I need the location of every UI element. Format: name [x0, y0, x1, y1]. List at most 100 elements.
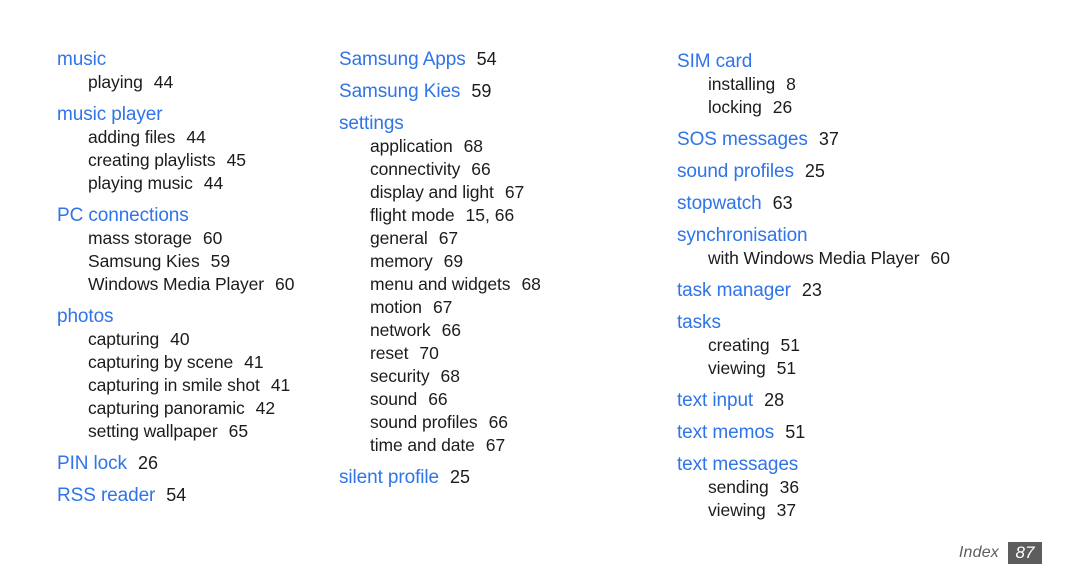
index-subentry-page-ref: 51 [776, 358, 797, 378]
index-heading-silent-profile[interactable]: silent profile 25 [339, 466, 665, 489]
index-subentry-reset[interactable]: reset 70 [339, 342, 665, 365]
index-subentry-network[interactable]: network 66 [339, 319, 665, 342]
index-subentry-page-ref: 70 [419, 343, 439, 363]
index-heading-page-ref: 54 [476, 49, 497, 69]
index-subentry-connectivity[interactable]: connectivity 66 [339, 158, 665, 181]
index-subentry-page-ref: 66 [428, 389, 448, 409]
index-heading-task-manager[interactable]: task manager 23 [677, 279, 1080, 302]
index-heading-sos-messages[interactable]: SOS messages 37 [677, 128, 1080, 151]
index-subentry-label: time and date [370, 435, 475, 455]
index-subentry-page-ref: 44 [153, 72, 174, 92]
index-heading-settings[interactable]: settings [339, 112, 665, 135]
index-subentry-viewing[interactable]: viewing 37 [677, 499, 1080, 522]
index-subentry-samsung-kies[interactable]: Samsung Kies 59 [57, 250, 331, 273]
index-subentry-label: locking [708, 97, 762, 117]
index-heading-sim-card[interactable]: SIM card [677, 50, 1080, 73]
index-subentry-label: reset [370, 343, 409, 363]
index-heading-pin-lock[interactable]: PIN lock 26 [57, 452, 331, 475]
index-subentry-capturing[interactable]: capturing 40 [57, 328, 331, 351]
index-subentry-page-ref: 66 [441, 320, 462, 340]
index-heading-photos[interactable]: photos [57, 305, 331, 328]
index-subentry-flight-mode[interactable]: flight mode 15, 66 [339, 204, 665, 227]
index-subentry-page-ref: 40 [170, 329, 190, 349]
index-subentry-with-windows-media-player[interactable]: with Windows Media Player 60 [677, 247, 1080, 270]
index-subentry-memory[interactable]: memory 69 [339, 250, 665, 273]
index-heading-label: music [57, 49, 107, 70]
index-subentry-label: adding files [88, 127, 176, 147]
index-subentry-mass-storage[interactable]: mass storage 60 [57, 227, 331, 250]
index-subentry-sending[interactable]: sending 36 [677, 476, 1080, 499]
index-heading-page-ref: 25 [804, 161, 825, 181]
index-subentry-display-and-light[interactable]: display and light 67 [339, 181, 665, 204]
index-subentry-security[interactable]: security 68 [339, 365, 665, 388]
index-subentry-label: display and light [370, 182, 494, 202]
index-subentry-windows-media-player[interactable]: Windows Media Player 60 [57, 273, 331, 296]
index-subentry-label: general [370, 228, 428, 248]
index-columns: music playing 44 music player adding files 44… [0, 48, 1080, 522]
index-heading-music[interactable]: music [57, 48, 331, 71]
index-heading-label: RSS reader [57, 485, 156, 506]
index-heading-pc-connections[interactable]: PC connections [57, 204, 331, 227]
index-subentry-label: connectivity [370, 159, 461, 179]
index-subentry-label: creating playlists [88, 150, 216, 170]
index-heading-text-memos[interactable]: text memos 51 [677, 421, 1080, 444]
index-heading-sound-profiles[interactable]: sound profiles 25 [677, 160, 1080, 183]
index-subentry-page-ref: 37 [776, 500, 797, 520]
index-subentry-page-ref: 67 [485, 435, 506, 455]
index-heading-synchronisation[interactable]: synchronisation [677, 224, 1080, 247]
index-subentry-sound-profiles[interactable]: sound profiles 66 [339, 411, 665, 434]
index-subentry-label: motion [370, 297, 422, 317]
index-subentry-page-ref: 67 [504, 182, 525, 202]
index-subentry-label: viewing [708, 500, 766, 520]
index-group-text-messages: text messages sending 36 viewing 37 [677, 453, 1080, 522]
index-subentry-installing[interactable]: installing 8 [677, 73, 1080, 96]
index-heading-label: music player [57, 104, 163, 125]
index-subentry-label: sending [708, 477, 769, 497]
index-heading-text-input[interactable]: text input 28 [677, 389, 1080, 412]
index-subentry-playing-music[interactable]: playing music 44 [57, 172, 331, 195]
index-subentry-creating[interactable]: creating 51 [677, 334, 1080, 357]
index-subentry-label: with Windows Media Player [708, 248, 920, 268]
index-heading-rss-reader[interactable]: RSS reader 54 [57, 484, 331, 507]
index-group-pin-lock: PIN lock 26 [57, 452, 331, 475]
index-subentry-capturing-by-scene[interactable]: capturing by scene 41 [57, 351, 331, 374]
index-subentry-page-ref: 44 [186, 127, 206, 147]
index-heading-label: PIN lock [57, 453, 127, 474]
index-subentry-label: Samsung Kies [88, 251, 200, 271]
index-subentry-label: security [370, 366, 430, 386]
index-subentry-time-and-date[interactable]: time and date 67 [339, 434, 665, 457]
index-subentry-playing[interactable]: playing 44 [57, 71, 331, 94]
index-subentry-page-ref: 60 [202, 228, 223, 248]
index-subentry-page-ref: 66 [471, 159, 491, 179]
index-subentry-sound[interactable]: sound 66 [339, 388, 665, 411]
index-subentry-page-ref: 41 [270, 375, 291, 395]
index-subentry-locking[interactable]: locking 26 [677, 96, 1080, 119]
index-subentry-viewing[interactable]: viewing 51 [677, 357, 1080, 380]
index-subentry-menu-and-widgets[interactable]: menu and widgets 68 [339, 273, 665, 296]
index-heading-page-ref: 63 [772, 193, 793, 213]
index-subentry-page-ref: 67 [438, 228, 459, 248]
index-heading-music-player[interactable]: music player [57, 103, 331, 126]
index-subentry-label: creating [708, 335, 770, 355]
index-subentry-page-ref: 42 [255, 398, 276, 418]
index-heading-stopwatch[interactable]: stopwatch 63 [677, 192, 1080, 215]
index-subentry-motion[interactable]: motion 67 [339, 296, 665, 319]
index-subentry-capturing-in-smile-shot[interactable]: capturing in smile shot 41 [57, 374, 331, 397]
index-subentry-adding-files[interactable]: adding files 44 [57, 126, 331, 149]
footer-section-label: Index [958, 544, 999, 561]
index-subentry-application[interactable]: application 68 [339, 135, 665, 158]
index-heading-samsung-apps[interactable]: Samsung Apps 54 [339, 48, 665, 71]
index-heading-text-messages[interactable]: text messages [677, 453, 1080, 476]
index-subentry-label: capturing in smile shot [88, 375, 260, 395]
index-subentry-page-ref: 26 [772, 97, 793, 117]
index-subentry-label: mass storage [88, 228, 192, 248]
index-subentry-creating-playlists[interactable]: creating playlists 45 [57, 149, 331, 172]
index-heading-label: stopwatch [677, 193, 762, 214]
index-heading-samsung-kies[interactable]: Samsung Kies 59 [339, 80, 665, 103]
index-subentry-setting-wallpaper[interactable]: setting wallpaper 65 [57, 420, 331, 443]
page-footer: Index 87 [959, 542, 1042, 564]
index-subentry-general[interactable]: general 67 [339, 227, 665, 250]
index-group-text-memos: text memos 51 [677, 421, 1080, 444]
index-subentry-capturing-panoramic[interactable]: capturing panoramic 42 [57, 397, 331, 420]
index-heading-tasks[interactable]: tasks [677, 311, 1080, 334]
